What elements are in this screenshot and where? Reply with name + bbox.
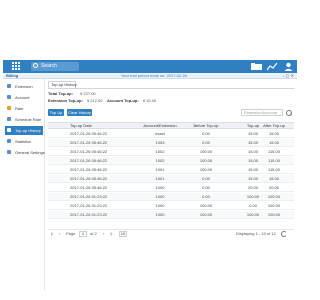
user-icon[interactable] [283,62,294,71]
next-page-button[interactable]: › [103,231,104,237]
total-topup: Total Top-up: ¥ 227.00 [48,91,96,96]
sidebar-item-label: Extension [15,84,33,89]
clear-history-button[interactable]: Clear History [67,109,92,116]
page-number-input[interactable]: 1 [79,231,87,237]
table-row[interactable]: 2017-01-26 01:23:22 1000 100.00 100.00 100.0… [48,211,294,219]
schedule-icon [7,117,11,121]
tab-topup-history[interactable]: Top-up History [48,81,77,88]
cell-after: 100.00 [267,203,281,208]
table-row[interactable]: 2017-01-26 05:46:22 1002 100.00 15.00 115.00 [48,148,294,156]
sidebar-item-statistics[interactable]: Statistics [5,137,43,146]
sidebar-item-label: Schedule Rate [15,117,42,122]
history-icon [7,128,11,132]
extension-topup: Extension Top-up: ¥ 212.00 [48,98,103,103]
sidebar-item-label: Rate [15,106,24,111]
table-header: Top-up Date Account/Extension Before Top… [48,122,294,129]
top-bar: Search [3,60,297,73]
page-label: Page [66,231,76,236]
folder-icon[interactable] [251,62,262,71]
search-icon[interactable] [286,110,292,116]
extension-topup-value: ¥ 212.00 [86,98,103,103]
sidebar-item-extension[interactable]: Extension [5,82,43,91]
cell-date: 2017-01-26 05:46:22 [70,131,108,136]
table-row[interactable]: 2017-01-26 05:46:22 1003 0.00 15.00 15.00 [48,139,294,147]
cell-after: 15.00 [268,176,279,181]
table-row[interactable]: 2017-01-26 05:46:22 exact 0.00 15.00 15.00 [48,130,294,138]
search-icon [33,63,38,68]
extension-topup-label: Extension Top-up: [48,98,83,103]
cell-after: 115.00 [268,158,280,163]
top-search-input[interactable]: Search [31,62,79,71]
settings-icon [7,150,11,154]
table-row[interactable]: 2017-01-26 01:23:22 1000 100.00 0.00 100.00 [48,202,294,210]
table-row[interactable]: 2017-01-26 05:46:22 1000 0.00 20.00 20.00 [48,184,294,192]
sidebar-item-label: General Settings [15,150,45,155]
table-row[interactable]: 2017-01-26 05:46:22 1001 100.00 15.00 115.00 [48,166,294,174]
table-row[interactable]: 2017-01-26 01:23:22 1000 0.00 100.00 100.00 [48,193,294,201]
chart-icon[interactable] [267,62,278,71]
sidebar: Extension Account Rate Schedule Rate Top… [3,79,45,290]
table-row[interactable]: 2017-01-26 05:46:22 1001 0.00 15.00 15.00 [48,175,294,183]
cell-date: 2017-01-26 01:23:22 [70,194,108,199]
sidebar-item-topup-history[interactable]: Top-up History [5,126,43,135]
cell-after: 100.00 [267,194,281,199]
page-of-label: of 2 [90,231,97,236]
account-topup: Account Top-up: ¥ 15.00 [107,98,156,103]
cell-after: 20.00 [268,185,279,190]
sidebar-item-general-settings[interactable]: General Settings [5,148,45,157]
sidebar-item-label: Top-up History [15,128,41,133]
account-topup-label: Account Top-up: [107,98,139,103]
grid-icon[interactable] [12,62,21,71]
extension-icon [7,84,11,88]
cell-date: 2017-01-26 05:46:22 [70,149,108,154]
billing-app: Search Billing Your trial period ends on… [0,0,300,300]
tab-divider [48,88,294,89]
main-content: Top-up History Total Top-up: ¥ 227.00 Ex… [46,79,297,290]
account-topup-value: ¥ 15.00 [142,98,157,103]
cell-date: 2017-01-26 05:46:22 [70,140,108,145]
sidebar-item-schedule-rate[interactable]: Schedule Rate [5,115,43,124]
cell-date: 2017-01-26 01:23:22 [70,212,108,217]
cell-after: 15.00 [268,140,279,145]
cell-date: 2017-01-26 05:46:22 [70,185,108,190]
total-topup-label: Total Top-up: [48,91,73,96]
rate-icon [7,106,11,110]
sidebar-item-label: Account [15,95,30,100]
last-page-button[interactable]: ›| [110,231,112,237]
pagination: |‹ ‹ Page 1 of 2 › ›| 10 Displaying 1 - … [48,229,294,237]
account-icon [7,95,11,99]
statistics-icon [7,139,11,143]
cell-after: 115.00 [268,149,280,154]
total-topup-value: ¥ 227.00 [80,91,96,96]
first-page-button[interactable]: |‹ [51,231,53,237]
cell-date: 2017-01-26 05:46:22 [70,176,108,181]
table-row[interactable]: 2017-01-26 05:46:22 1002 100.00 15.00 115.00 [48,157,294,165]
prev-page-button[interactable]: ‹ [59,231,60,237]
top-search-placeholder: Search [41,63,57,69]
column-header-date[interactable]: Top-up Date [70,123,92,129]
cell-date: 2017-01-26 05:46:22 [70,158,108,163]
sidebar-item-account[interactable]: Account [5,93,43,102]
cell-date: 2017-01-26 05:46:22 [70,167,108,172]
sidebar-item-label: Statistics [15,139,32,144]
sidebar-item-rate[interactable]: Rate [5,104,43,113]
extension-search-input[interactable]: Extension/Account [241,109,283,116]
displaying-label: Displaying 1 - 10 of 12 [236,231,276,236]
topup-button[interactable]: Top Up [48,109,64,116]
search-placeholder: Extension/Account [244,110,278,115]
refresh-icon[interactable] [281,231,287,237]
cell-after: 115.00 [268,167,280,172]
cell-after: 15.00 [268,131,279,136]
cell-date: 2017-01-26 01:23:22 [70,203,108,208]
column-header-after[interactable]: After Top-up [254,123,294,129]
rows-per-page-select[interactable]: 10 [119,231,127,237]
cell-after: 100.00 [267,212,281,217]
